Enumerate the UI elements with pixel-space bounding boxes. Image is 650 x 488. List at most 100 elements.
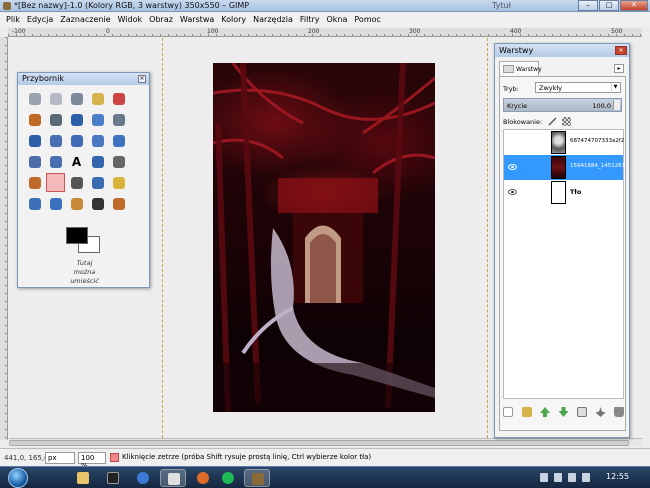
dropzone-note: Tutaj można umieścić: [18, 259, 151, 286]
taskbar-app[interactable]: [190, 469, 216, 487]
tool-button[interactable]: [46, 194, 65, 213]
start-button[interactable]: [8, 468, 28, 488]
tab-menu-button[interactable]: ▸: [614, 64, 624, 73]
menu-warstwa[interactable]: Warstwa: [177, 13, 218, 27]
eye-icon[interactable]: [508, 164, 517, 170]
anchor-layer-icon[interactable]: [595, 407, 606, 417]
image-canvas[interactable]: [213, 63, 435, 412]
scrollbar-thumb[interactable]: [9, 440, 629, 446]
tool-button[interactable]: [25, 194, 44, 213]
menu-widok[interactable]: Widok: [115, 13, 147, 27]
layers-title-bar[interactable]: Warstwy ✕: [495, 44, 629, 57]
opacity-spinner[interactable]: [613, 100, 620, 110]
gimp-app-icon: [3, 2, 11, 10]
layer-name: 15941684_14512616: [570, 163, 624, 169]
tool-button[interactable]: [109, 89, 128, 108]
tray-arrow-icon[interactable]: [540, 473, 548, 482]
firefox-icon: [137, 472, 149, 484]
tool-button[interactable]: [109, 131, 128, 150]
tool-button[interactable]: [25, 89, 44, 108]
menu-zaznaczenie[interactable]: Zaznaczenie: [57, 13, 114, 27]
pencil-icon: [28, 176, 41, 189]
color-swatches[interactable]: [66, 227, 104, 255]
taskbar-app[interactable]: [70, 469, 96, 487]
layer-row[interactable]: Tło: [504, 180, 623, 205]
heal-icon: [112, 176, 125, 189]
taskbar-app[interactable]: [100, 469, 126, 487]
new-layer-group-icon[interactable]: [521, 407, 532, 417]
tool-button[interactable]: [109, 194, 128, 213]
lock-pixels-icon[interactable]: [548, 117, 557, 126]
menu-plik[interactable]: Plik: [3, 13, 24, 27]
tool-button[interactable]: [46, 152, 65, 171]
taskbar-app[interactable]: [244, 469, 270, 487]
tool-button[interactable]: [109, 152, 128, 171]
tool-button[interactable]: A: [67, 152, 86, 171]
network-icon[interactable]: [554, 473, 562, 482]
tool-button[interactable]: [46, 89, 65, 108]
menu-edycja[interactable]: Edycja: [24, 13, 57, 27]
tool-button[interactable]: [67, 110, 86, 129]
lower-layer-icon[interactable]: [558, 407, 569, 417]
tool-button[interactable]: [67, 194, 86, 213]
title-bar[interactable]: *[Bez nazwy]-1.0 (Kolory RGB, 3 warstwy)…: [0, 0, 650, 12]
tool-button[interactable]: [25, 173, 44, 192]
menu-okna[interactable]: Okna: [323, 13, 351, 27]
delete-layer-icon[interactable]: [614, 407, 624, 417]
tool-button[interactable]: [88, 131, 107, 150]
foreground-color-swatch[interactable]: [66, 227, 88, 244]
system-tray: [540, 473, 600, 483]
menu-filtry[interactable]: Filtry: [297, 13, 324, 27]
lock-alpha-icon[interactable]: [562, 117, 571, 126]
tool-button[interactable]: [88, 194, 107, 213]
clock[interactable]: 12:55: [606, 472, 629, 481]
tool-button[interactable]: [67, 89, 86, 108]
tool-button[interactable]: [88, 152, 107, 171]
duplicate-layer-icon[interactable]: [577, 407, 587, 417]
tool-button[interactable]: [88, 89, 107, 108]
volume-icon[interactable]: [568, 473, 576, 482]
keyboard-icon[interactable]: [582, 473, 590, 482]
horizontal-ruler[interactable]: -100 0 100 200 300 400 500: [8, 28, 642, 37]
taskbar-app[interactable]: [130, 469, 156, 487]
tool-button[interactable]: [25, 131, 44, 150]
close-button[interactable]: ✕: [620, 0, 648, 11]
tool-button[interactable]: [25, 152, 44, 171]
vertical-ruler[interactable]: [0, 37, 8, 440]
menu-pomoc[interactable]: Pomoc: [351, 13, 385, 27]
toolbox-title-bar[interactable]: Przybornik ×: [18, 73, 149, 85]
tool-button[interactable]: [25, 110, 44, 129]
horizontal-scrollbar[interactable]: [9, 438, 642, 446]
new-layer-icon[interactable]: [503, 407, 513, 417]
mode-select[interactable]: Zwykły ▼: [535, 82, 621, 93]
tool-button[interactable]: [46, 173, 65, 192]
toolbox-close-button[interactable]: ×: [138, 75, 146, 83]
tool-button[interactable]: [46, 131, 65, 150]
menu-kolory[interactable]: Kolory: [218, 13, 250, 27]
tool-button[interactable]: [67, 173, 86, 192]
dodge-burn-icon: [91, 197, 104, 210]
zoom-select[interactable]: 100 %: [78, 452, 106, 470]
tool-button[interactable]: [88, 110, 107, 129]
tool-button[interactable]: [88, 173, 107, 192]
raise-layer-icon[interactable]: [540, 407, 550, 417]
eye-icon[interactable]: [508, 189, 517, 195]
ruler-tick: 200: [308, 28, 320, 35]
taskbar-app[interactable]: [215, 469, 241, 487]
menu-narzedzia[interactable]: Narzędzia: [250, 13, 297, 27]
tool-button[interactable]: [46, 110, 65, 129]
layers-close-button[interactable]: ✕: [615, 46, 627, 55]
tool-button[interactable]: [109, 110, 128, 129]
taskbar-app[interactable]: [160, 469, 186, 487]
unit-select[interactable]: px: [45, 452, 75, 464]
tool-button[interactable]: [67, 131, 86, 150]
minimize-button[interactable]: –: [578, 0, 598, 11]
opacity-slider[interactable]: Krycie 100,0: [503, 98, 622, 112]
layer-row[interactable]: 687474707333a2f2f73: [504, 130, 624, 155]
tool-button[interactable]: [109, 173, 128, 192]
layer-row[interactable]: 15941684_14512616: [504, 155, 624, 180]
tab-warstwy[interactable]: Warstwy: [499, 61, 542, 76]
menu-obraz[interactable]: Obraz: [146, 13, 177, 27]
layer-thumbnail: [551, 156, 566, 179]
maximize-button[interactable]: □: [599, 0, 619, 11]
